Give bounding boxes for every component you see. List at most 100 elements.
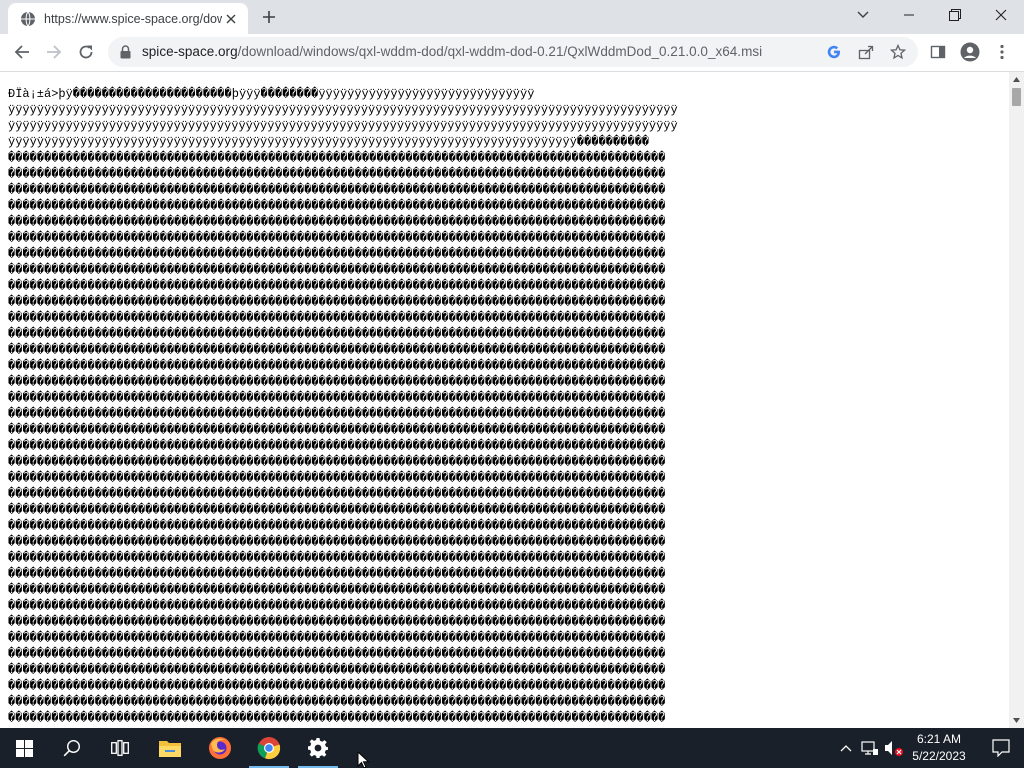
taskbar: 6:21 AM 5/22/2023 <box>0 728 1024 768</box>
search-button[interactable] <box>48 728 96 768</box>
star-icon[interactable] <box>886 40 910 64</box>
content-line: ����������������������������������������… <box>8 231 666 245</box>
url-path: /download/windows/qxl-wddm-dod/qxl-wddm-… <box>237 44 763 59</box>
content-line: ����������������������������������������… <box>8 615 666 629</box>
firefox-button[interactable] <box>196 728 244 768</box>
tab-title: https://www.spice-space.org/download/win… <box>44 11 222 26</box>
tab-search-button[interactable] <box>840 0 886 30</box>
gear-icon <box>308 738 328 758</box>
settings-button[interactable] <box>294 728 342 768</box>
start-button[interactable] <box>0 728 48 768</box>
content-line: ����������������������������������������… <box>8 375 666 389</box>
content-line: ����������������������������������������… <box>8 263 666 277</box>
scroll-down-arrow-icon[interactable] <box>1009 713 1024 728</box>
restore-icon <box>949 9 961 21</box>
minimize-icon <box>904 14 914 16</box>
scrollbar-thumb[interactable] <box>1012 88 1021 106</box>
mouse-cursor-icon <box>357 752 370 768</box>
content-line: ����������������������������������������… <box>8 151 666 165</box>
browser-toolbar: spice-space.org/download/windows/qxl-wdd… <box>0 34 1024 72</box>
content-line: ����������������������������������������… <box>8 391 666 405</box>
clock-date: 5/22/2023 <box>912 749 966 763</box>
google-translate-icon[interactable] <box>822 40 846 64</box>
scroll-up-arrow-icon[interactable] <box>1009 72 1024 87</box>
url-host: spice-space.org <box>142 44 238 59</box>
chevron-up-icon[interactable] <box>836 738 856 758</box>
network-icon[interactable] <box>860 738 880 758</box>
binary-text-content: ÐÏà¡±á>þÿ����������������������þÿÿÿ�����… <box>8 86 1008 728</box>
content-line: ����������������������������������������… <box>8 679 666 693</box>
folder-icon <box>159 741 181 757</box>
action-center-button[interactable] <box>978 728 1024 768</box>
content-line: ����������������������������������������… <box>8 295 666 309</box>
browser-tab[interactable]: https://www.spice-space.org/download/win… <box>8 3 248 34</box>
menu-button[interactable] <box>988 38 1016 66</box>
reload-icon <box>79 45 93 59</box>
content-line: ����������������������������������������… <box>8 551 666 565</box>
content-line: ����������������������������������������… <box>8 279 666 293</box>
content-line: ����������������������������������������… <box>8 423 666 437</box>
content-line: ����������������������������������������… <box>8 695 666 709</box>
page-viewport: ÐÏà¡±á>þÿ����������������������þÿÿÿ�����… <box>0 72 1024 728</box>
content-line: ����������������������������������������… <box>8 583 666 597</box>
file-explorer-button[interactable] <box>146 728 194 768</box>
notification-icon <box>992 739 1010 757</box>
content-line: ����������������������������������������… <box>8 599 666 613</box>
content-line: ÿÿÿÿÿÿÿÿÿÿÿÿÿÿÿÿÿÿÿÿÿÿÿÿÿÿÿÿÿÿÿÿÿÿÿÿÿÿÿÿ… <box>8 135 650 149</box>
content-line: ����������������������������������������… <box>8 503 666 517</box>
close-icon[interactable] <box>222 10 240 28</box>
content-line: ����������������������������������������… <box>8 183 666 197</box>
plus-icon <box>263 11 275 23</box>
back-button[interactable] <box>8 38 36 66</box>
tab-strip: https://www.spice-space.org/download/win… <box>0 0 1024 34</box>
content-line: ÿÿÿÿÿÿÿÿÿÿÿÿÿÿÿÿÿÿÿÿÿÿÿÿÿÿÿÿÿÿÿÿÿÿÿÿÿÿÿÿ… <box>8 119 678 133</box>
lock-icon[interactable] <box>118 44 132 60</box>
content-line: ����������������������������������������… <box>8 663 666 677</box>
chrome-icon <box>257 737 281 760</box>
close-icon <box>995 9 1007 21</box>
content-line: ����������������������������������������… <box>8 567 666 581</box>
content-line: ����������������������������������������… <box>8 311 666 325</box>
new-tab-button[interactable] <box>256 5 282 29</box>
content-line: ����������������������������������������… <box>8 631 666 645</box>
content-line: ����������������������������������������… <box>8 327 666 341</box>
profile-button[interactable] <box>956 38 984 66</box>
content-line: ÐÏà¡±á>þÿ����������������������þÿÿÿ�����… <box>8 87 535 101</box>
firefox-icon <box>209 737 231 759</box>
arrow-left-icon <box>14 45 29 59</box>
forward-button[interactable] <box>40 38 68 66</box>
content-line: ����������������������������������������… <box>8 343 666 357</box>
clock-time: 6:21 AM <box>916 732 962 746</box>
chrome-button[interactable] <box>245 728 293 768</box>
kebab-menu-icon <box>1000 44 1004 60</box>
reload-button[interactable] <box>72 38 100 66</box>
task-view-icon <box>111 740 129 756</box>
content-line: ����������������������������������������… <box>8 407 666 421</box>
content-line: ����������������������������������������… <box>8 439 666 453</box>
url-text[interactable]: spice-space.org/download/windows/qxl-wdd… <box>142 44 762 59</box>
side-panel-button[interactable] <box>924 38 952 66</box>
volume-muted-icon[interactable] <box>884 738 904 758</box>
search-icon <box>63 739 81 757</box>
minimize-button[interactable] <box>886 0 932 30</box>
content-line: ����������������������������������������… <box>8 199 666 213</box>
content-line: ����������������������������������������… <box>8 455 666 469</box>
address-bar[interactable]: spice-space.org/download/windows/qxl-wdd… <box>108 37 918 67</box>
task-view-button[interactable] <box>96 728 144 768</box>
arrow-right-icon <box>47 45 62 59</box>
content-line: ����������������������������������������… <box>8 487 666 501</box>
vertical-scrollbar[interactable] <box>1009 72 1024 728</box>
globe-icon <box>20 11 36 27</box>
close-window-button[interactable] <box>978 0 1024 30</box>
windows-logo-icon <box>15 739 33 757</box>
content-line: ����������������������������������������… <box>8 215 666 229</box>
content-line: ����������������������������������������… <box>8 519 666 533</box>
share-icon[interactable] <box>854 40 878 64</box>
side-panel-icon <box>930 45 946 59</box>
system-clock[interactable]: 6:21 AM 5/22/2023 <box>904 731 974 765</box>
chevron-down-icon <box>857 11 869 18</box>
content-line: ����������������������������������������… <box>8 167 666 181</box>
restore-button[interactable] <box>932 0 978 30</box>
content-line: ����������������������������������������… <box>8 647 666 661</box>
browser-window: https://www.spice-space.org/download/win… <box>0 0 1024 728</box>
